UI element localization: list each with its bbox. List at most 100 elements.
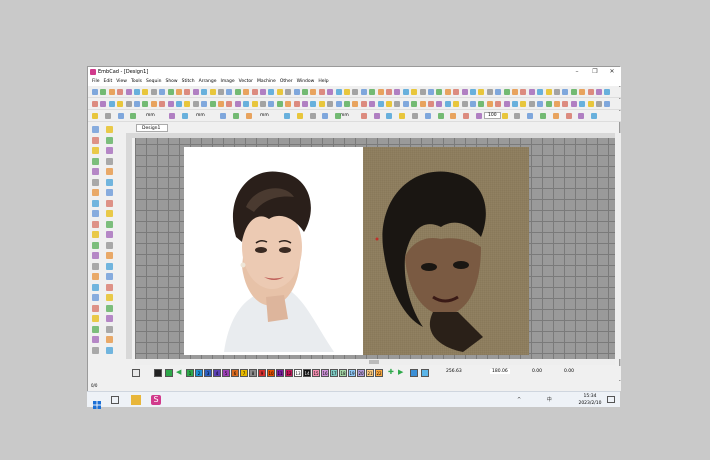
left-tool-icon[interactable] bbox=[92, 147, 99, 154]
zoom-field[interactable]: 100 bbox=[484, 112, 501, 119]
toolbar-tool-icon[interactable] bbox=[411, 101, 418, 107]
palette-swatch[interactable]: 10 bbox=[267, 369, 275, 377]
toolbar-tool-icon[interactable] bbox=[184, 89, 191, 95]
menu-view[interactable]: View bbox=[116, 77, 127, 86]
toolbar-tool-icon[interactable] bbox=[428, 89, 434, 95]
toolbar-tool-icon[interactable] bbox=[495, 101, 502, 107]
toolbar-tool-icon[interactable] bbox=[540, 113, 546, 119]
toolbar-tool-icon[interactable] bbox=[130, 113, 137, 119]
toolbar-tool-icon[interactable] bbox=[167, 89, 174, 95]
palette-import-icon[interactable] bbox=[410, 369, 418, 377]
left-tool-icon[interactable] bbox=[106, 273, 113, 280]
taskbar-clock[interactable]: 15:34 2023/2/10 bbox=[570, 392, 610, 408]
left-tool-icon[interactable] bbox=[106, 210, 113, 217]
left-tool-icon[interactable] bbox=[106, 336, 113, 343]
left-tool-icon[interactable] bbox=[92, 126, 99, 133]
left-tool-icon[interactable] bbox=[92, 325, 99, 333]
toolbar-tool-icon[interactable] bbox=[234, 101, 241, 107]
toolbar-tool-icon[interactable] bbox=[335, 89, 342, 95]
palette-green-icon[interactable] bbox=[165, 369, 173, 377]
toolbar-tool-icon[interactable] bbox=[503, 101, 510, 107]
left-tool-icon[interactable] bbox=[92, 304, 99, 312]
toolbar-tool-icon[interactable] bbox=[232, 113, 239, 119]
menu-help[interactable]: Help bbox=[318, 77, 328, 86]
menu-tools[interactable]: Tools bbox=[131, 77, 142, 86]
toolbar-tool-icon[interactable] bbox=[552, 113, 559, 119]
left-tool-icon[interactable] bbox=[92, 283, 99, 291]
toolbar-tool-icon[interactable] bbox=[234, 89, 241, 95]
toolbar-tool-icon[interactable] bbox=[218, 89, 224, 95]
palette-swatch[interactable]: 3 bbox=[204, 369, 212, 377]
toolbar-tool-icon[interactable] bbox=[399, 113, 406, 119]
toolbar-tool-icon[interactable] bbox=[276, 89, 283, 95]
toolbar-tool-icon[interactable] bbox=[159, 89, 166, 95]
toolbar-tool-icon[interactable] bbox=[436, 101, 443, 107]
maximize-button[interactable]: ❐ bbox=[587, 67, 603, 77]
notification-icon[interactable] bbox=[607, 396, 615, 403]
menu-file[interactable]: File bbox=[92, 77, 100, 86]
toolbar-tool-icon[interactable] bbox=[501, 113, 508, 119]
menu-machine[interactable]: Machine bbox=[257, 77, 276, 86]
toolbar-tool-icon[interactable] bbox=[134, 89, 140, 95]
toolbar-tool-icon[interactable] bbox=[436, 89, 443, 95]
toolbar-tool-icon[interactable] bbox=[293, 101, 300, 107]
toolbar-tool-icon[interactable] bbox=[192, 101, 199, 107]
left-tool-icon[interactable] bbox=[106, 294, 113, 301]
toolbar-tool-icon[interactable] bbox=[495, 89, 502, 95]
left-tool-icon[interactable] bbox=[92, 220, 99, 228]
portrait-image[interactable] bbox=[184, 147, 364, 355]
left-tool-icon[interactable] bbox=[92, 273, 99, 280]
menu-arrange[interactable]: Arrange bbox=[199, 77, 217, 86]
toolbar-tool-icon[interactable] bbox=[327, 89, 334, 95]
toolbar-tool-icon[interactable] bbox=[335, 113, 342, 119]
left-tool-icon[interactable] bbox=[106, 315, 113, 322]
toolbar-tool-icon[interactable] bbox=[604, 89, 611, 95]
toolbar-tool-icon[interactable] bbox=[545, 101, 552, 107]
toolbar-tool-icon[interactable] bbox=[402, 101, 409, 107]
palette-swatch[interactable]: 18 bbox=[339, 369, 347, 377]
toolbar-tool-icon[interactable] bbox=[310, 89, 317, 95]
toolbar-tool-icon[interactable] bbox=[134, 101, 140, 107]
toolbar-tool-icon[interactable] bbox=[450, 113, 457, 119]
palette-swatch[interactable]: 13 bbox=[294, 369, 302, 377]
stitch-preview-image[interactable] bbox=[363, 147, 529, 355]
toolbar-tool-icon[interactable] bbox=[226, 101, 233, 107]
toolbar-tool-icon[interactable] bbox=[100, 89, 107, 95]
units-field-3[interactable]: mm bbox=[260, 113, 269, 118]
toolbar-tool-icon[interactable] bbox=[537, 89, 544, 95]
file-explorer-icon[interactable] bbox=[131, 395, 141, 405]
toolbar-tool-icon[interactable] bbox=[360, 89, 367, 95]
toolbar-tool-icon[interactable] bbox=[125, 89, 132, 95]
toolbar-tool-icon[interactable] bbox=[386, 89, 392, 95]
left-tool-icon[interactable] bbox=[106, 126, 113, 133]
left-tool-icon[interactable] bbox=[92, 294, 99, 301]
toolbar-tool-icon[interactable] bbox=[201, 89, 208, 95]
left-tool-icon[interactable] bbox=[106, 157, 113, 165]
toolbar-tool-icon[interactable] bbox=[528, 101, 535, 107]
units-field-2[interactable]: mm bbox=[196, 113, 205, 118]
toolbar-tool-icon[interactable] bbox=[360, 101, 367, 107]
toolbar-tool-icon[interactable] bbox=[461, 101, 468, 107]
tab-design1[interactable]: Design1 x bbox=[136, 124, 168, 138]
toolbar-tool-icon[interactable] bbox=[461, 89, 468, 95]
left-tool-icon[interactable] bbox=[92, 178, 99, 186]
toolbar-tool-icon[interactable] bbox=[512, 89, 518, 95]
toolbar-tool-icon[interactable] bbox=[591, 113, 598, 119]
toolbar-tool-icon[interactable] bbox=[181, 113, 188, 119]
menu-other[interactable]: Other bbox=[280, 77, 293, 86]
toolbar-tool-icon[interactable] bbox=[486, 101, 493, 107]
toolbar-tool-icon[interactable] bbox=[108, 89, 115, 95]
toolbar-tool-icon[interactable] bbox=[310, 101, 317, 107]
left-tool-icon[interactable] bbox=[92, 199, 99, 207]
toolbar-tool-icon[interactable] bbox=[352, 101, 359, 107]
toolbar-tool-icon[interactable] bbox=[309, 113, 316, 119]
palette-swatch[interactable]: 7 bbox=[240, 369, 248, 377]
toolbar-tool-icon[interactable] bbox=[352, 89, 359, 95]
toolbar-tool-icon[interactable] bbox=[528, 89, 535, 95]
windows-start-icon[interactable] bbox=[92, 395, 102, 409]
design-canvas[interactable] bbox=[135, 133, 615, 359]
left-tool-icon[interactable] bbox=[92, 189, 99, 196]
units-field-1[interactable]: mm bbox=[146, 113, 155, 118]
toolbar-tool-icon[interactable] bbox=[512, 101, 518, 107]
palette-menu-icon[interactable] bbox=[132, 369, 140, 377]
